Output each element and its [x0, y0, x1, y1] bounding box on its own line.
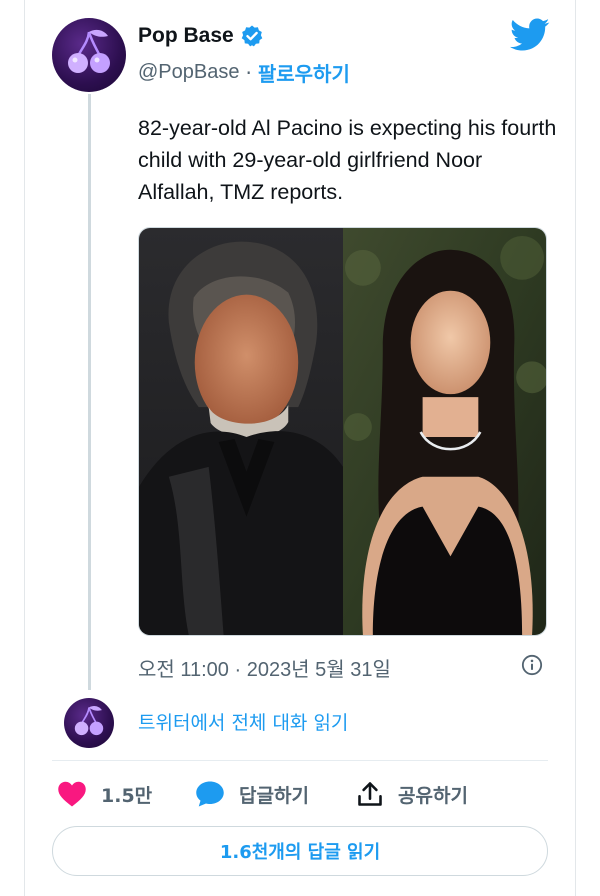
man-portrait-image [139, 228, 343, 635]
author-display-name[interactable]: Pop Base [138, 24, 234, 48]
woman-portrait-image [343, 228, 546, 635]
cherry-logo-icon [68, 29, 110, 73]
info-icon[interactable] [521, 654, 543, 676]
read-replies-label: 1.6천개의 답글 읽기 [219, 842, 381, 863]
like-count: 1.5만 [101, 784, 153, 807]
share-button[interactable]: 공유하기 [356, 776, 468, 812]
read-replies-button[interactable]: 1.6천개의 답글 읽기 [52, 826, 548, 876]
photo-man-dark-suit[interactable] [139, 228, 343, 635]
author-handle-row: @PopBase · 팔로우하기 [138, 58, 350, 87]
verified-badge-icon [241, 25, 263, 47]
divider [52, 760, 548, 761]
reply-bubble-icon [196, 781, 224, 807]
twitter-bird-icon[interactable] [510, 18, 550, 52]
follow-button[interactable]: 팔로우하기 [258, 58, 350, 87]
reply-button[interactable]: 답글하기 [195, 776, 309, 812]
photo-woman-black-dress[interactable] [343, 228, 546, 635]
cherry-logo-icon [74, 706, 104, 736]
heart-icon [58, 781, 86, 807]
share-label: 공유하기 [398, 784, 468, 807]
share-upload-icon [358, 782, 382, 806]
tweet-actions: 1.5만 답글하기 공유하기 [52, 776, 548, 812]
like-button[interactable]: 1.5만 [57, 776, 152, 812]
read-full-conversation-link[interactable]: 트위터에서 전체 대화 읽기 [138, 708, 348, 735]
thread-line [88, 94, 91, 690]
conversation-avatar[interactable] [64, 698, 114, 748]
reply-label: 답글하기 [239, 784, 309, 807]
separator-dot: · [245, 60, 252, 85]
tweet-text: 82-year-old Al Pacino is expecting his f… [138, 116, 557, 204]
author-avatar[interactable] [52, 18, 126, 92]
tweet-media[interactable] [138, 227, 547, 636]
author-handle[interactable]: @PopBase [138, 61, 239, 84]
author-name-row: Pop Base [138, 24, 264, 48]
tweet-timestamp[interactable]: 오전 11:00 · 2023년 5월 31일 [138, 653, 391, 682]
